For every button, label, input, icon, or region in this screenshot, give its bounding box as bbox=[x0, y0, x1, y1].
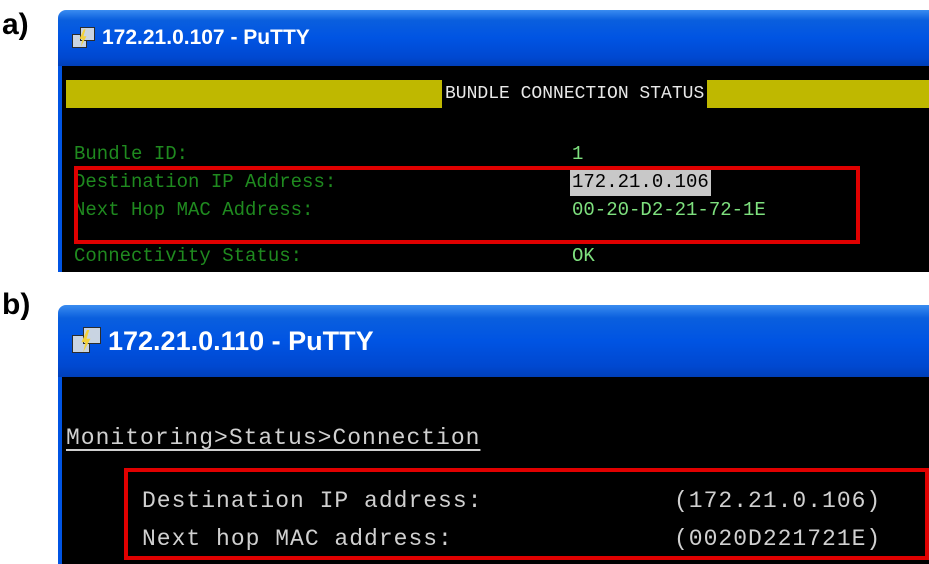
panel-label-b: b) bbox=[2, 288, 31, 321]
row-bundle-id: Bundle ID: 1 bbox=[74, 140, 929, 168]
field-value: 1 bbox=[572, 143, 584, 165]
putty-icon[interactable] bbox=[72, 327, 101, 355]
putty-window-a: 172.21.0.107 - PuTTY BUNDLE CONNECTION S… bbox=[58, 10, 929, 272]
putty-window-b: 172.21.0.110 - PuTTY Monitoring>Status>C… bbox=[58, 305, 929, 564]
title-bar[interactable]: 172.21.0.107 - PuTTY bbox=[58, 10, 929, 66]
window-title: 172.21.0.110 - PuTTY bbox=[108, 325, 374, 356]
row-connectivity-status: Connectivity Status: OK bbox=[74, 242, 929, 270]
field-value: OK bbox=[572, 245, 595, 267]
window-title: 172.21.0.107 - PuTTY bbox=[102, 26, 310, 49]
highlight-box bbox=[124, 468, 929, 560]
panel-label-a: a) bbox=[2, 8, 29, 41]
highlight-box bbox=[74, 166, 860, 244]
screen-header: BUNDLE CONNECTION STATUS bbox=[442, 80, 708, 108]
breadcrumb: Monitoring>Status>Connection bbox=[66, 425, 481, 451]
title-bar[interactable]: 172.21.0.110 - PuTTY bbox=[58, 305, 929, 377]
putty-icon[interactable] bbox=[72, 27, 96, 49]
terminal-area[interactable]: Monitoring>Status>Connection Destination… bbox=[62, 377, 929, 564]
field-label: Connectivity Status: bbox=[74, 245, 303, 267]
terminal-area[interactable]: BUNDLE CONNECTION STATUS Bundle ID: 1 De… bbox=[62, 66, 929, 272]
field-label: Bundle ID: bbox=[74, 143, 189, 165]
